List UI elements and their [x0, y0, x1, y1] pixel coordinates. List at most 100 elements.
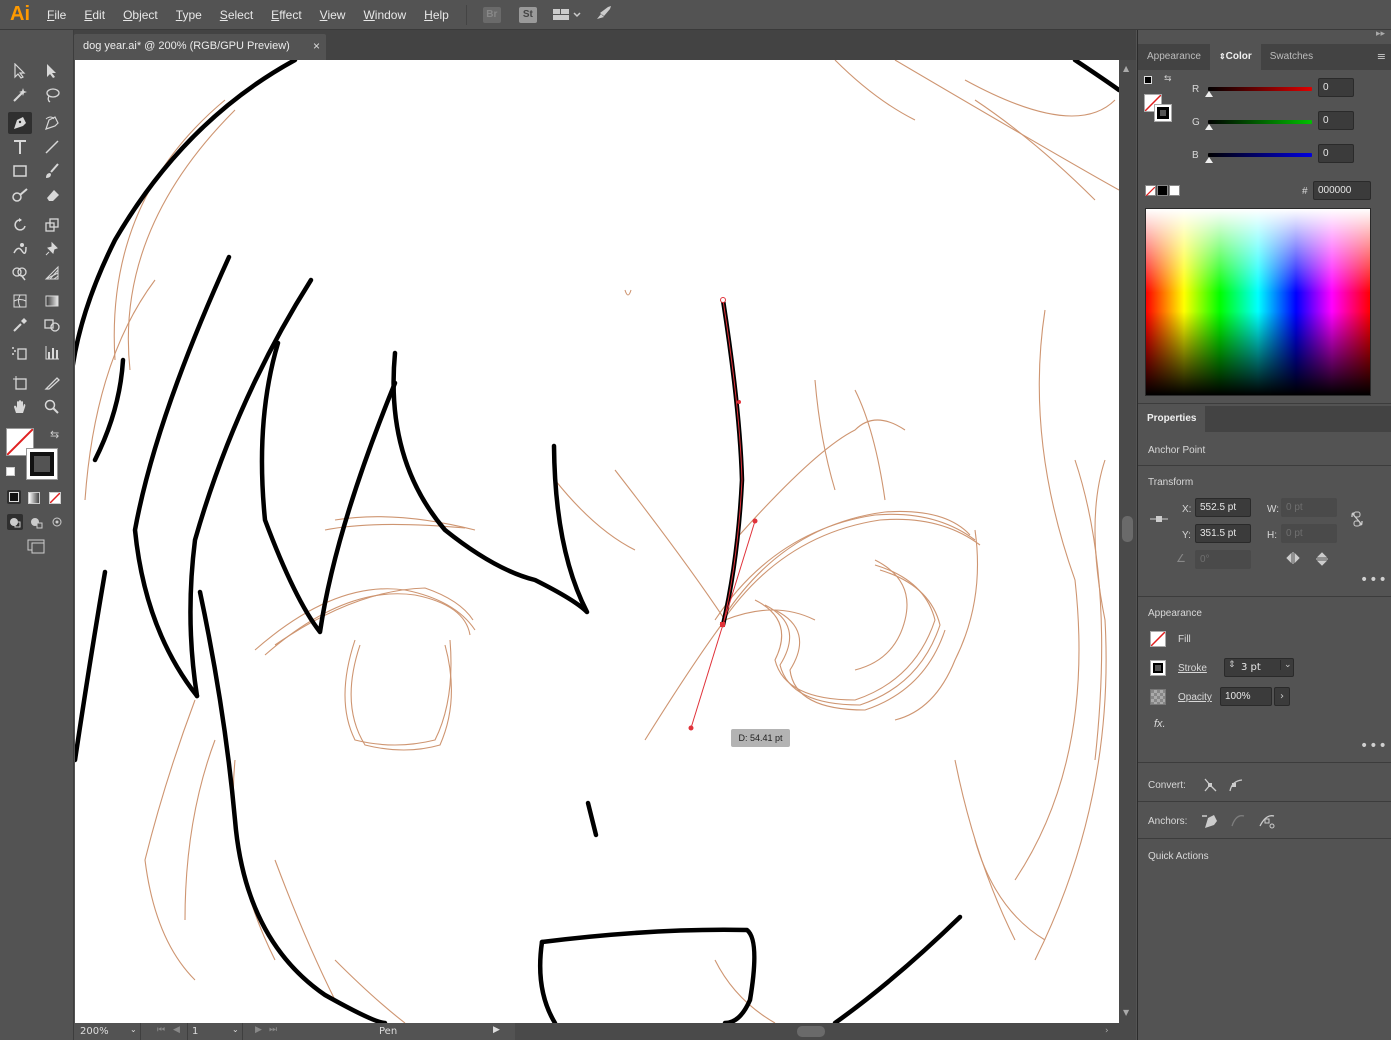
zoom-tool[interactable] [40, 396, 64, 418]
eraser-tool[interactable] [40, 184, 64, 206]
y-position-field[interactable]: 351.5 pt [1195, 524, 1251, 543]
workspace-switcher-button[interactable] [552, 8, 581, 22]
anchor-point-start[interactable] [720, 297, 726, 303]
menu-effect[interactable]: Effect [262, 8, 310, 22]
mini-stroke-swatch[interactable] [1154, 104, 1172, 122]
selection-tool[interactable] [8, 60, 32, 82]
blue-slider-track[interactable] [1208, 153, 1312, 157]
artboard-select[interactable]: 1 ⌄ [187, 1023, 243, 1040]
scroll-right-icon[interactable]: › [1105, 1026, 1109, 1036]
opacity-label[interactable]: Opacity [1178, 692, 1212, 703]
cut-path-button[interactable] [1258, 812, 1276, 833]
curvature-tool[interactable] [40, 112, 64, 134]
remove-anchor-button[interactable] [1202, 812, 1218, 833]
shaper-tool[interactable] [8, 184, 32, 206]
tab-appearance[interactable]: Appearance [1138, 44, 1210, 70]
stock-button[interactable]: St [518, 6, 537, 23]
bridge-button[interactable]: Br [482, 6, 501, 23]
next-artboard-icon[interactable]: ▶ [255, 1025, 262, 1035]
direct-selection-tool[interactable] [40, 60, 64, 82]
lasso-tool[interactable] [40, 84, 64, 106]
green-slider-thumb[interactable] [1205, 124, 1213, 130]
puppet-warp-tool[interactable] [40, 238, 64, 260]
reference-point-icon[interactable] [1150, 512, 1168, 529]
gpu-rocket-button[interactable] [595, 5, 613, 24]
eyedropper-tool[interactable] [8, 314, 32, 336]
blue-value-field[interactable]: 0 [1318, 144, 1354, 163]
swap-fill-stroke-icon[interactable]: ⇆ [50, 428, 59, 441]
menu-type[interactable]: Type [167, 8, 211, 22]
scroll-down-icon[interactable]: ▼ [1123, 1008, 1129, 1017]
hand-tool[interactable] [8, 396, 32, 418]
stroke-weight-stepper[interactable]: ⇕ 3 pt ⌄ [1224, 658, 1294, 677]
chevron-down-icon[interactable]: ⌄ [1280, 660, 1292, 670]
red-value-field[interactable]: 0 [1318, 78, 1354, 97]
screen-mode-button[interactable] [24, 538, 48, 554]
blend-tool[interactable] [40, 314, 64, 336]
artboard-canvas[interactable] [75, 60, 1119, 1023]
scroll-up-icon[interactable]: ▲ [1123, 64, 1129, 73]
type-tool[interactable] [8, 136, 32, 158]
slice-tool[interactable] [40, 372, 64, 394]
tab-swatches[interactable]: Swatches [1261, 44, 1322, 70]
gradient-mode-button[interactable] [28, 492, 40, 504]
tab-color[interactable]: ⇕Color [1209, 44, 1261, 70]
mini-swap-icon[interactable]: ⇆ [1164, 74, 1172, 84]
black-quick-swatch[interactable] [1157, 185, 1168, 196]
menu-object[interactable]: Object [114, 8, 167, 22]
none-quick-swatch[interactable] [1145, 185, 1156, 197]
symbol-sprayer-tool[interactable] [8, 342, 32, 364]
convert-to-smooth-button[interactable] [1228, 777, 1244, 796]
vertical-scrollbar[interactable]: ▲ ▼ [1119, 60, 1136, 1023]
stepper-updown-icon[interactable]: ⇕ [1228, 660, 1236, 670]
stroke-label[interactable]: Stroke [1178, 663, 1207, 674]
transform-more-options[interactable]: ••• [1360, 572, 1388, 588]
stroke-color-swatch[interactable] [1150, 660, 1166, 676]
menu-help[interactable]: Help [415, 8, 458, 22]
last-artboard-icon[interactable]: ⏭ [269, 1025, 277, 1035]
zoom-select[interactable]: 200% ⌄ [75, 1023, 141, 1040]
mini-default-colors-icon[interactable] [1144, 76, 1152, 84]
artboard-tool[interactable] [8, 372, 32, 394]
line-tool[interactable] [40, 136, 64, 158]
blue-slider-thumb[interactable] [1205, 157, 1213, 163]
prev-artboard-icon[interactable]: ◀ [173, 1025, 180, 1035]
flip-horizontal-button[interactable] [1286, 552, 1300, 567]
handle-point-bottom[interactable] [688, 725, 694, 731]
status-menu-icon[interactable]: ▶ [493, 1025, 500, 1035]
none-mode-button[interactable] [49, 492, 61, 504]
handle-point-top[interactable] [752, 518, 758, 524]
constrain-proportions-button[interactable] [1350, 511, 1364, 530]
menu-file[interactable]: File [38, 8, 75, 22]
shape-builder-tool[interactable] [8, 262, 32, 284]
collapse-panel-icon[interactable]: ▸▸ [1376, 29, 1385, 39]
perspective-grid-tool[interactable] [40, 262, 64, 284]
mesh-tool[interactable] [8, 290, 32, 312]
horizontal-scroll-thumb[interactable] [797, 1026, 825, 1037]
opacity-expand-button[interactable]: › [1274, 687, 1290, 706]
flip-vertical-button[interactable] [1316, 552, 1328, 569]
draw-inside-button[interactable] [49, 514, 65, 530]
hex-value-field[interactable]: 000000 [1313, 181, 1371, 200]
column-graph-tool[interactable] [40, 342, 64, 364]
rotate-tool[interactable] [8, 214, 32, 236]
magic-wand-tool[interactable] [8, 84, 32, 106]
anchor-point-mid[interactable] [737, 400, 741, 404]
paintbrush-tool[interactable] [40, 160, 64, 182]
draw-normal-button[interactable] [7, 514, 23, 530]
close-icon[interactable]: × [313, 39, 320, 53]
fill-color-swatch[interactable] [1150, 631, 1166, 647]
x-position-field[interactable]: 552.5 pt [1195, 498, 1251, 517]
red-slider-track[interactable] [1208, 87, 1312, 91]
green-slider-track[interactable] [1208, 120, 1312, 124]
white-quick-swatch[interactable] [1169, 185, 1180, 196]
color-mode-button[interactable] [7, 490, 21, 504]
vertical-scroll-thumb[interactable] [1122, 516, 1133, 542]
warp-tool[interactable] [8, 238, 32, 260]
opacity-field[interactable]: 100% [1220, 687, 1272, 706]
convert-to-corner-button[interactable] [1202, 777, 1218, 796]
menu-select[interactable]: Select [211, 8, 262, 22]
menu-window[interactable]: Window [354, 8, 415, 22]
pen-tool[interactable] [8, 112, 32, 134]
rectangle-tool[interactable] [8, 160, 32, 182]
